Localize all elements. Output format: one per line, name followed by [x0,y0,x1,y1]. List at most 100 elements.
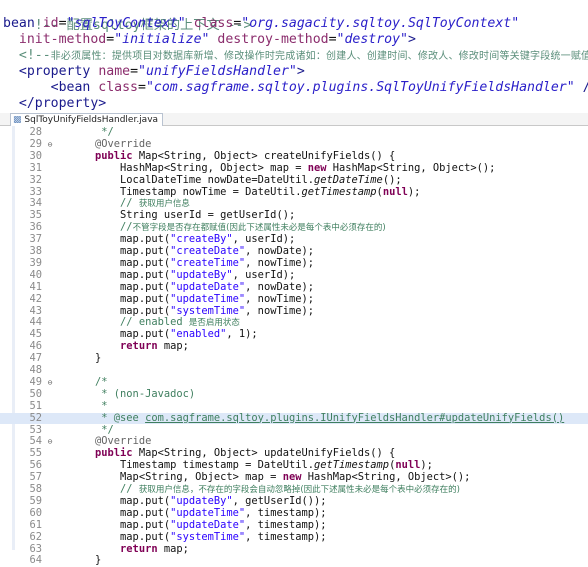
fold-toggle-icon[interactable]: ⊖ [45,377,55,389]
code-token: , 1); [226,328,258,341]
code-text: } [70,554,101,567]
xml-attr-id: id [42,16,59,31]
code-token: "enabled" [170,328,227,341]
xml-value-class-2: "com.sagframe.sqltoy.plugins.SqlToyUnify… [145,80,575,95]
xml-self-close: /> [575,80,588,95]
code-token: * @see [70,411,146,424]
code-token: * [70,399,108,412]
code-token: "updateDate" [170,280,246,293]
xml-close-bracket-2: > [296,64,305,79]
code-token: map; [157,542,189,555]
code-token: @Override [95,137,152,150]
code-token: } [70,352,102,365]
code-token: "updateTime" [170,506,246,519]
tab-sqltoyunifyfieldshandler[interactable]: ▩ SqlToyUnifyFieldsHandler.java [10,113,164,126]
code-token: 是否启用状态 [188,318,240,329]
code-token: // [70,483,139,495]
code-token: LocalDateTime nowDate=DateUtil. [70,173,314,186]
code-token: , getUserId()); [232,494,327,507]
code-token: // [70,221,133,234]
xml-line-5: <property name="unifyFieldsHandler"> [18,64,305,79]
tab-title: SqlToyUnifyFieldsHandler.java [24,115,159,125]
code-text: * @see com.sagframe.sqltoy.plugins.IUnif… [70,411,564,425]
code-line[interactable]: 64 } [0,554,588,567]
code-token: , nowTime); [245,292,314,305]
code-token: new [307,161,327,174]
code-token: HashMap<String, Object>(); [326,161,496,174]
line-number: 29 [29,137,42,150]
code-token: map.put( [70,328,171,341]
code-token: */ [70,126,114,138]
java-editor: ▩ SqlToyUnifyFieldsHandler.java 28 */29 ⊖… [0,113,588,566]
code-token: 获取用户信息 [138,199,190,210]
xml-inner-bean-tag: <bean [50,80,91,95]
xml-value-class: "org.sagacity.sqltoy.SqlToyContext" [241,16,520,31]
line-number: 59 [29,494,42,507]
code-token: , nowDate); [245,245,314,257]
code-token: map.put( [70,245,171,257]
java-file-icon: ▩ [13,115,22,125]
line-number: 42 [29,292,42,305]
code-token: getTimestamp [313,459,390,472]
code-token: getTimestamp [301,185,377,198]
code-token: */ [70,423,114,436]
line-number: 32 [29,173,42,186]
line-number: 40 [29,268,42,281]
code-token: Timestamp nowTime = DateUtil. [70,185,302,198]
code-token: * (non-Javadoc) [70,387,196,400]
xml-bean-tag: bean [3,16,35,31]
code-token: , timestamp); [245,506,327,519]
code-line[interactable]: 47 } [0,352,588,365]
line-number: 50 [29,387,42,400]
code-token: @Override [95,435,152,448]
xml-attr-init: init-method [18,32,107,47]
fold-toggle-icon[interactable]: ⊖ [45,139,55,151]
line-number: 63 [29,542,42,555]
code-token: HashMap<String, Object>(); [301,471,471,484]
code-token: map.put( [70,518,171,531]
code-token: (); [382,173,402,186]
code-token: map; [157,340,189,353]
code-token: null [382,185,408,198]
code-token: public [95,447,133,460]
xml-attr-class-2: class [98,80,138,95]
code-token[interactable]: com.sagframe.sqltoy.plugins.IUnifyFields… [145,412,564,424]
line-number: 62 [29,530,42,543]
line-number: 61 [29,518,42,531]
code-token: // enabled [70,316,189,329]
code-token: "updateBy" [170,494,233,507]
xml-line-7: </property> [3,95,106,112]
code-token: map.put( [70,530,171,543]
line-number: 41 [29,280,42,293]
code-token: /* [70,375,108,388]
xml-value-name: "unifyFieldsHandler" [138,64,297,79]
code-token: map.put( [70,280,171,293]
line-number: 64 [29,554,42,567]
code-token: "updateTime" [170,292,246,305]
xml-value-id: "sqlToyContext" [66,16,186,31]
code-token: 不管字段是否存在都赋值(因此下述属性未必是每个表中必须存在的) [132,223,386,234]
code-token: map.put( [70,304,171,317]
code-token: , nowTime); [245,304,314,317]
code-token: 获取用户信息，不存在的字段会自动忽略掉(因此下述属性未必是每个表中必须存在的) [138,485,460,495]
code-token: String userId = getUserId(); [70,209,296,222]
line-number: 31 [29,161,42,174]
xml-attr-name: name [98,64,131,79]
code-token: Timestamp timestamp = DateUtil. [70,459,314,472]
code-token: return [120,340,158,353]
code-token: return [120,542,158,555]
code-token: "systemTime" [170,530,246,543]
xml-value-init: "initialize" [114,32,210,47]
code-token: Map<String, Object> createUnifyFields() … [132,149,396,162]
code-token: Map<String, Object> updateUnifyFields() … [132,447,396,460]
code-token: map.put( [70,268,171,281]
code-token: HashMap<String, Object> map = [70,161,308,174]
code-token: map.put( [70,494,171,507]
xml-line-3: init-method="initialize" destroy-method=… [18,32,416,47]
code-token: , userId); [232,268,296,281]
fold-toggle-icon[interactable]: ⊖ [45,436,55,448]
code-token: // [70,197,139,210]
